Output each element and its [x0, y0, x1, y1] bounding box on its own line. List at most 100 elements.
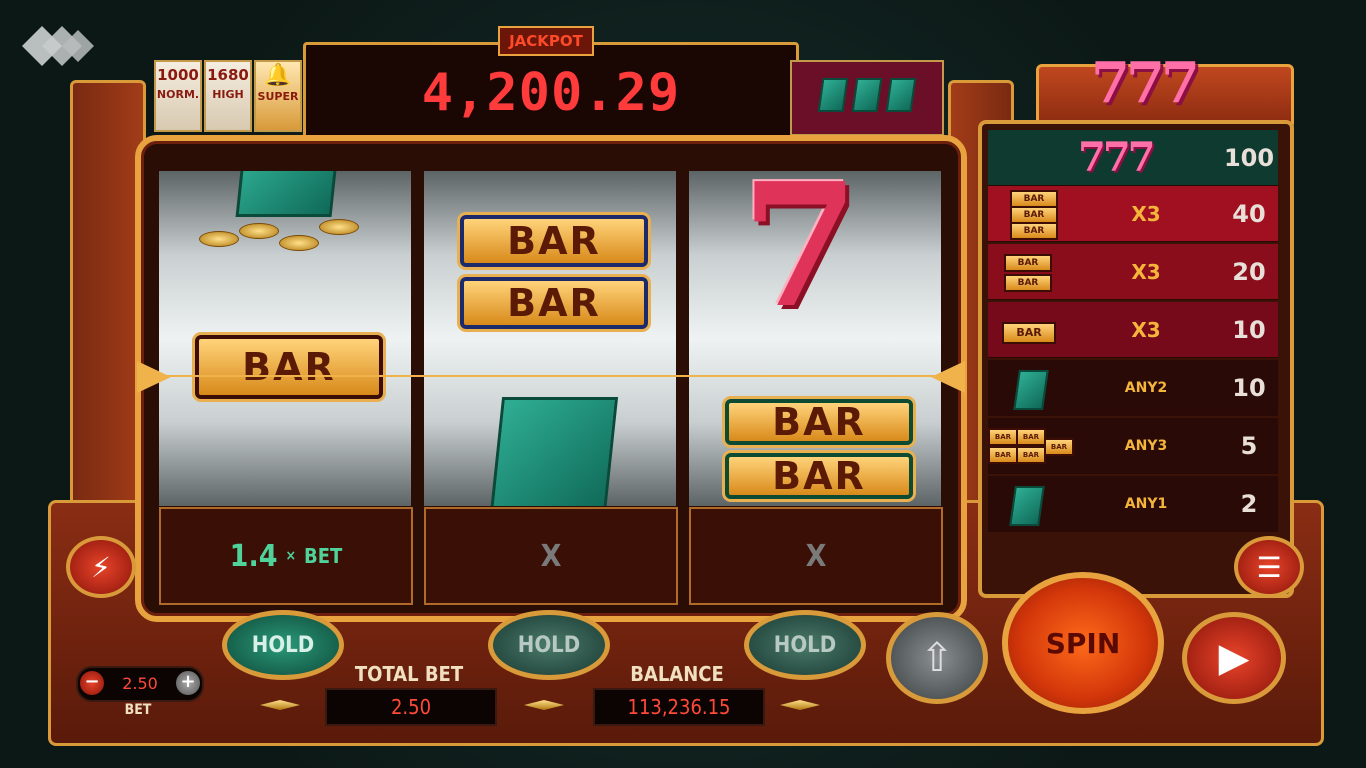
reels-area: BAR BAR BAR 7 BAR BAR 1.4 × BET X X: [135, 135, 967, 622]
game-logo: [22, 26, 94, 66]
mini-bar: BAR: [1016, 445, 1046, 464]
arrow-up-icon: ⇧: [920, 635, 954, 681]
card-symbol: [489, 397, 619, 506]
coin-icon: [199, 231, 239, 247]
autoplay-button[interactable]: ▶: [1182, 612, 1286, 704]
jackpot-cards-panel: [790, 60, 944, 136]
bet-decrease-button[interactable]: −: [80, 671, 104, 695]
hold-button-2[interactable]: HOLD: [488, 610, 610, 680]
paytable-payout: 2: [1240, 489, 1258, 518]
paytable-mult: ANY2: [1124, 379, 1168, 396]
bell-icon: 🔔: [264, 63, 292, 88]
bar-symbol: BAR: [460, 215, 648, 267]
tier-super-label: SUPER: [257, 90, 299, 103]
bar-text: BAR: [772, 454, 866, 498]
result-multiplier: 1.4: [229, 538, 278, 574]
tier-high: 1680 HIGH: [204, 60, 252, 132]
reel-2-result: X: [424, 507, 678, 605]
paytable: 777 100 BAR BAR BAR X3 40 BAR BAR X3 20 …: [978, 120, 1294, 598]
total-bet-value: 2.50: [325, 688, 497, 726]
bar-text: BAR: [507, 281, 601, 325]
paytable-payout: 5: [1240, 431, 1258, 460]
any-bar-icon: BAR BAR BAR BAR BAR: [988, 422, 1074, 470]
top-bar: 1000 NORM. 1680 HIGH 🔔 SUPER 4,200.29 JA…: [148, 26, 948, 143]
card-icon: [817, 78, 849, 112]
spin-label: SPIN: [1045, 626, 1121, 660]
reel-2: BAR BAR: [424, 171, 676, 506]
bet-label: BET: [124, 702, 152, 718]
seven-symbol: 7: [741, 171, 860, 346]
paytable-mult: X3: [1131, 259, 1161, 284]
seven-symbol: 777: [1078, 134, 1155, 181]
card-icon: [1009, 485, 1045, 526]
tier-normal-label: NORM.: [156, 88, 200, 101]
mini-bar: BAR: [988, 445, 1018, 464]
paytable-mult: ANY3: [1124, 437, 1168, 454]
paytable-row: BAR BAR X3 20: [988, 244, 1278, 300]
bar-text: BAR: [242, 345, 336, 389]
lightning-icon: ⚡: [91, 550, 111, 584]
paytable-payout: 10: [1232, 373, 1266, 402]
card-icon: [851, 78, 883, 112]
bar-text: BAR: [772, 400, 866, 444]
total-bet-label: TOTAL BET: [354, 662, 464, 686]
bar-symbol: BAR: [460, 277, 648, 329]
bar-symbol: BAR: [725, 399, 913, 445]
spin-button[interactable]: SPIN: [1002, 572, 1164, 714]
gamble-button[interactable]: ⇧: [886, 612, 988, 704]
bet-increase-button[interactable]: +: [176, 671, 200, 695]
coin-icon: [239, 223, 279, 239]
reel-3: 7 BAR BAR: [689, 171, 941, 506]
paytable-mult: X3: [1131, 201, 1161, 226]
mini-bar: BAR: [1010, 221, 1058, 240]
bar-symbol: BAR: [725, 453, 913, 499]
card-icon: [1013, 369, 1049, 410]
turbo-button[interactable]: ⚡: [66, 536, 136, 598]
bar-symbol: BAR: [195, 335, 383, 399]
paytable-header: 777: [1036, 30, 1294, 130]
bet-control: − 2.50 +: [76, 666, 204, 702]
balance-label: BALANCE: [630, 662, 724, 686]
paytable-row: BAR BAR BAR X3 40: [988, 186, 1278, 242]
hold-button-3[interactable]: HOLD: [744, 610, 866, 680]
mini-bar: BAR: [1002, 321, 1056, 344]
jackpot-label: JACKPOT: [498, 26, 594, 56]
paytable-row: 777 100: [988, 130, 1278, 186]
card-icon: [885, 78, 917, 112]
paytable-payout: 10: [1232, 315, 1266, 344]
payline-arrow-left: [137, 361, 171, 393]
card-symbol: [235, 171, 339, 217]
payline-arrow-right: [931, 361, 965, 393]
mini-bar: BAR: [1004, 253, 1052, 272]
payline: [141, 375, 949, 377]
paytable-row: BAR X3 10: [988, 302, 1278, 358]
paytable-row: ANY1 2: [988, 476, 1278, 532]
bet-value: 2.50: [122, 674, 158, 693]
paytable-payout: 100: [1223, 143, 1275, 172]
paytable-payout: 20: [1232, 257, 1266, 286]
card-icon: [988, 364, 1072, 412]
mini-bar: BAR: [1016, 427, 1046, 446]
jackpot-display: 4,200.29: [303, 42, 799, 143]
paytable-title: 777: [1091, 50, 1200, 116]
paytable-row: BAR BAR BAR BAR BAR ANY3 5: [988, 418, 1278, 474]
list-icon: ☰: [1256, 550, 1282, 584]
paytable-row: ANY2 10: [988, 360, 1278, 416]
tier-high-label: HIGH: [212, 88, 244, 101]
bar-text: BAR: [507, 219, 601, 263]
play-icon: ▶: [1218, 635, 1250, 681]
card-icon: [988, 480, 1072, 528]
reel-3-result: X: [689, 507, 943, 605]
paytable-payout: 40: [1232, 199, 1266, 228]
reel-1-result: 1.4 × BET: [159, 507, 413, 605]
mini-bar: BAR: [988, 427, 1018, 446]
menu-button[interactable]: ☰: [1234, 536, 1304, 598]
balance-value: 113,236.15: [593, 688, 765, 726]
tier-normal-value: 1000: [157, 66, 199, 84]
coin-icon: [279, 235, 319, 251]
coin-icon: [319, 219, 359, 235]
paytable-mult: X3: [1131, 317, 1161, 342]
paytable-mult: ANY1: [1124, 495, 1168, 512]
single-bar-icon: BAR: [988, 306, 1072, 354]
triple-bar-icon: BAR BAR BAR: [988, 189, 1072, 240]
